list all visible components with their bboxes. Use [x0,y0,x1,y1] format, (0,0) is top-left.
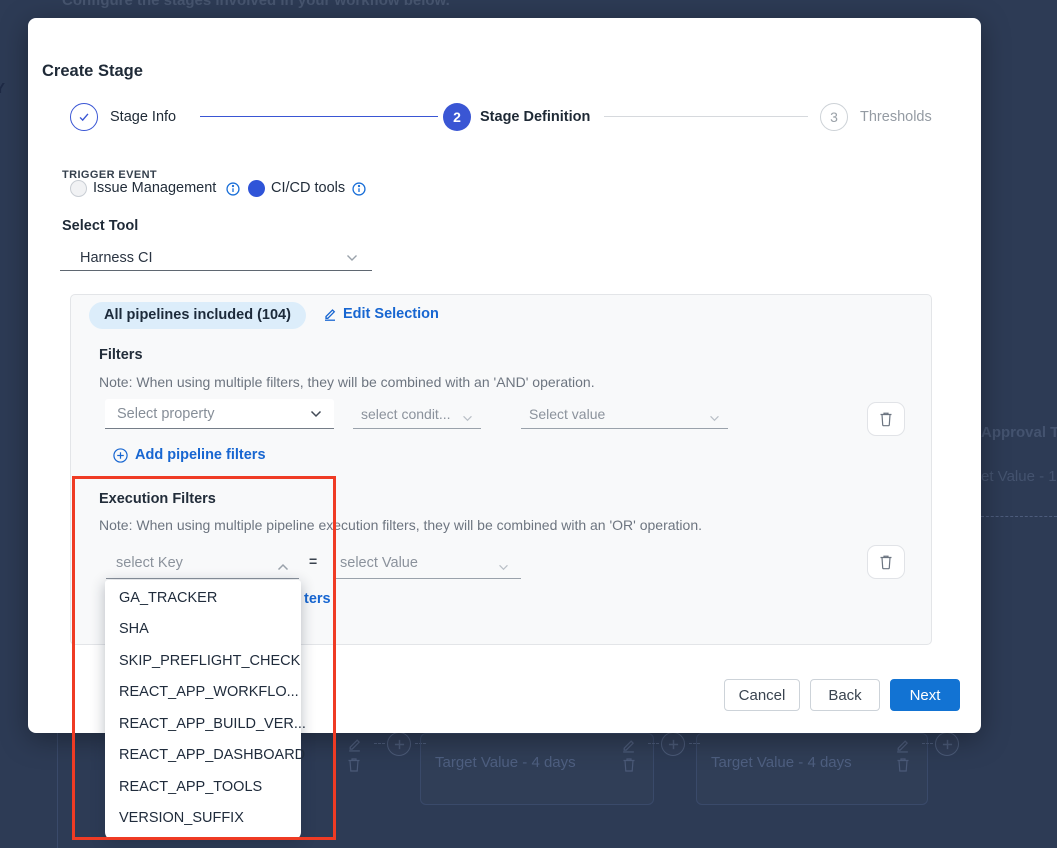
modal-title: Create Stage [42,62,143,81]
filter-condition-select[interactable]: select condit... [353,403,481,429]
execution-key-placeholder: select Key [116,555,183,571]
background-heading: Configure the stages involved in your wo… [62,0,450,9]
background-stage-card: Target Value - 4 days [420,733,654,805]
step-thresholds-label: Thresholds [860,109,932,125]
target-value-label: Target Value - 4 days [435,754,576,771]
dropdown-option[interactable]: REACT_APP_BUILD_VER... [105,708,301,740]
dropdown-option[interactable]: VERSION_SUFFIX [105,803,301,835]
equals-operator: = [309,553,317,569]
select-tool-label: Select Tool [62,218,138,234]
trash-icon [879,554,893,570]
back-button[interactable]: Back [810,679,880,711]
dropdown-option[interactable]: REACT_APP_DASHBOARD [105,740,301,772]
chevron-up-icon [277,563,289,571]
info-icon[interactable] [352,182,366,196]
background-dashed-divider [981,516,1057,517]
radio-cicd-tools-label: CI/CD tools [271,180,345,196]
add-stage-button[interactable] [387,732,411,756]
add-execution-filters-link-partial[interactable]: ters [304,591,331,607]
execution-key-select[interactable]: select Key [106,547,299,579]
filters-section-note: Note: When using multiple filters, they … [99,374,595,390]
edit-icon[interactable] [895,738,910,753]
trash-icon[interactable] [347,757,361,773]
execution-filters-section-title: Execution Filters [99,491,216,507]
connector-dash [374,743,385,744]
edit-selection-link[interactable]: Edit Selection [323,306,439,322]
step-stage-info-indicator[interactable] [70,103,98,131]
trash-icon [879,411,893,427]
tool-select-value: Harness CI [60,250,153,266]
dropdown-option[interactable]: SHA [105,614,301,646]
background-column-header-fragment: Approval Tim [981,424,1057,441]
background-text-fragment: Y [0,80,5,97]
background-column-divider [57,733,58,848]
trash-icon[interactable] [896,757,910,773]
execution-value-select[interactable]: select Value [336,547,521,579]
delete-filter-row-button[interactable] [867,402,905,436]
pencil-underline-icon [323,307,337,321]
step-stage-info-label: Stage Info [110,109,176,125]
chevron-down-icon [709,415,720,422]
step-stage-definition-label: Stage Definition [480,109,590,125]
check-icon [77,110,91,124]
execution-key-dropdown-menu: GA_TRACKER SHA SKIP_PREFLIGHT_CHECK REAC… [105,580,301,840]
plus-circle-icon [113,448,128,463]
background-cell-fragment: et Value - 1 [981,468,1057,485]
add-pipeline-filters-link[interactable]: Add pipeline filters [113,447,266,463]
add-pipeline-filters-label: Add pipeline filters [135,447,266,463]
execution-value-placeholder: select Value [340,555,418,571]
delete-execution-filter-row-button[interactable] [867,545,905,579]
execution-filters-section-note: Note: When using multiple pipeline execu… [99,517,702,533]
add-stage-button[interactable] [935,732,959,756]
edit-icon[interactable] [621,738,636,753]
filter-value-placeholder: Select value [529,406,605,422]
target-value-label: Target Value - 4 days [711,754,852,771]
stepper-connector [200,116,438,117]
dropdown-option[interactable]: REACT_APP_TOOLS [105,771,301,803]
filter-value-select[interactable]: Select value [521,403,728,429]
radio-issue-management-label: Issue Management [93,180,216,196]
edit-selection-label: Edit Selection [343,306,439,322]
tool-select[interactable]: Harness CI [60,246,372,271]
chevron-down-icon [498,564,509,571]
filter-condition-placeholder: select condit... [361,406,451,422]
dropdown-option[interactable]: GA_TRACKER [105,582,301,614]
trash-icon[interactable] [622,757,636,773]
chevron-down-icon [346,254,372,262]
connector-dash [922,743,933,744]
background-stage-card: Target Value - 4 days [696,733,928,805]
dropdown-option[interactable]: REACT_APP_WORKFLO... [105,677,301,709]
radio-issue-management[interactable] [70,180,87,197]
pipelines-included-badge: All pipelines included (104) [89,302,306,329]
filters-section-title: Filters [99,347,143,363]
next-button[interactable]: Next [890,679,960,711]
dropdown-option[interactable]: SKIP_PREFLIGHT_CHECK [105,645,301,677]
add-stage-button[interactable] [661,732,685,756]
info-icon[interactable] [226,182,240,196]
connector-dash [648,743,659,744]
radio-cicd-tools[interactable] [248,180,265,197]
step-thresholds-indicator[interactable]: 3 [820,103,848,131]
edit-icon[interactable] [347,737,362,752]
filter-property-select[interactable]: Select property [105,399,334,429]
chevron-down-icon [462,415,473,422]
cancel-button[interactable]: Cancel [724,679,800,711]
chevron-down-icon [310,410,322,418]
step-stage-definition-indicator[interactable]: 2 [443,103,471,131]
filter-property-placeholder: Select property [117,406,215,422]
stepper-connector [604,116,808,117]
